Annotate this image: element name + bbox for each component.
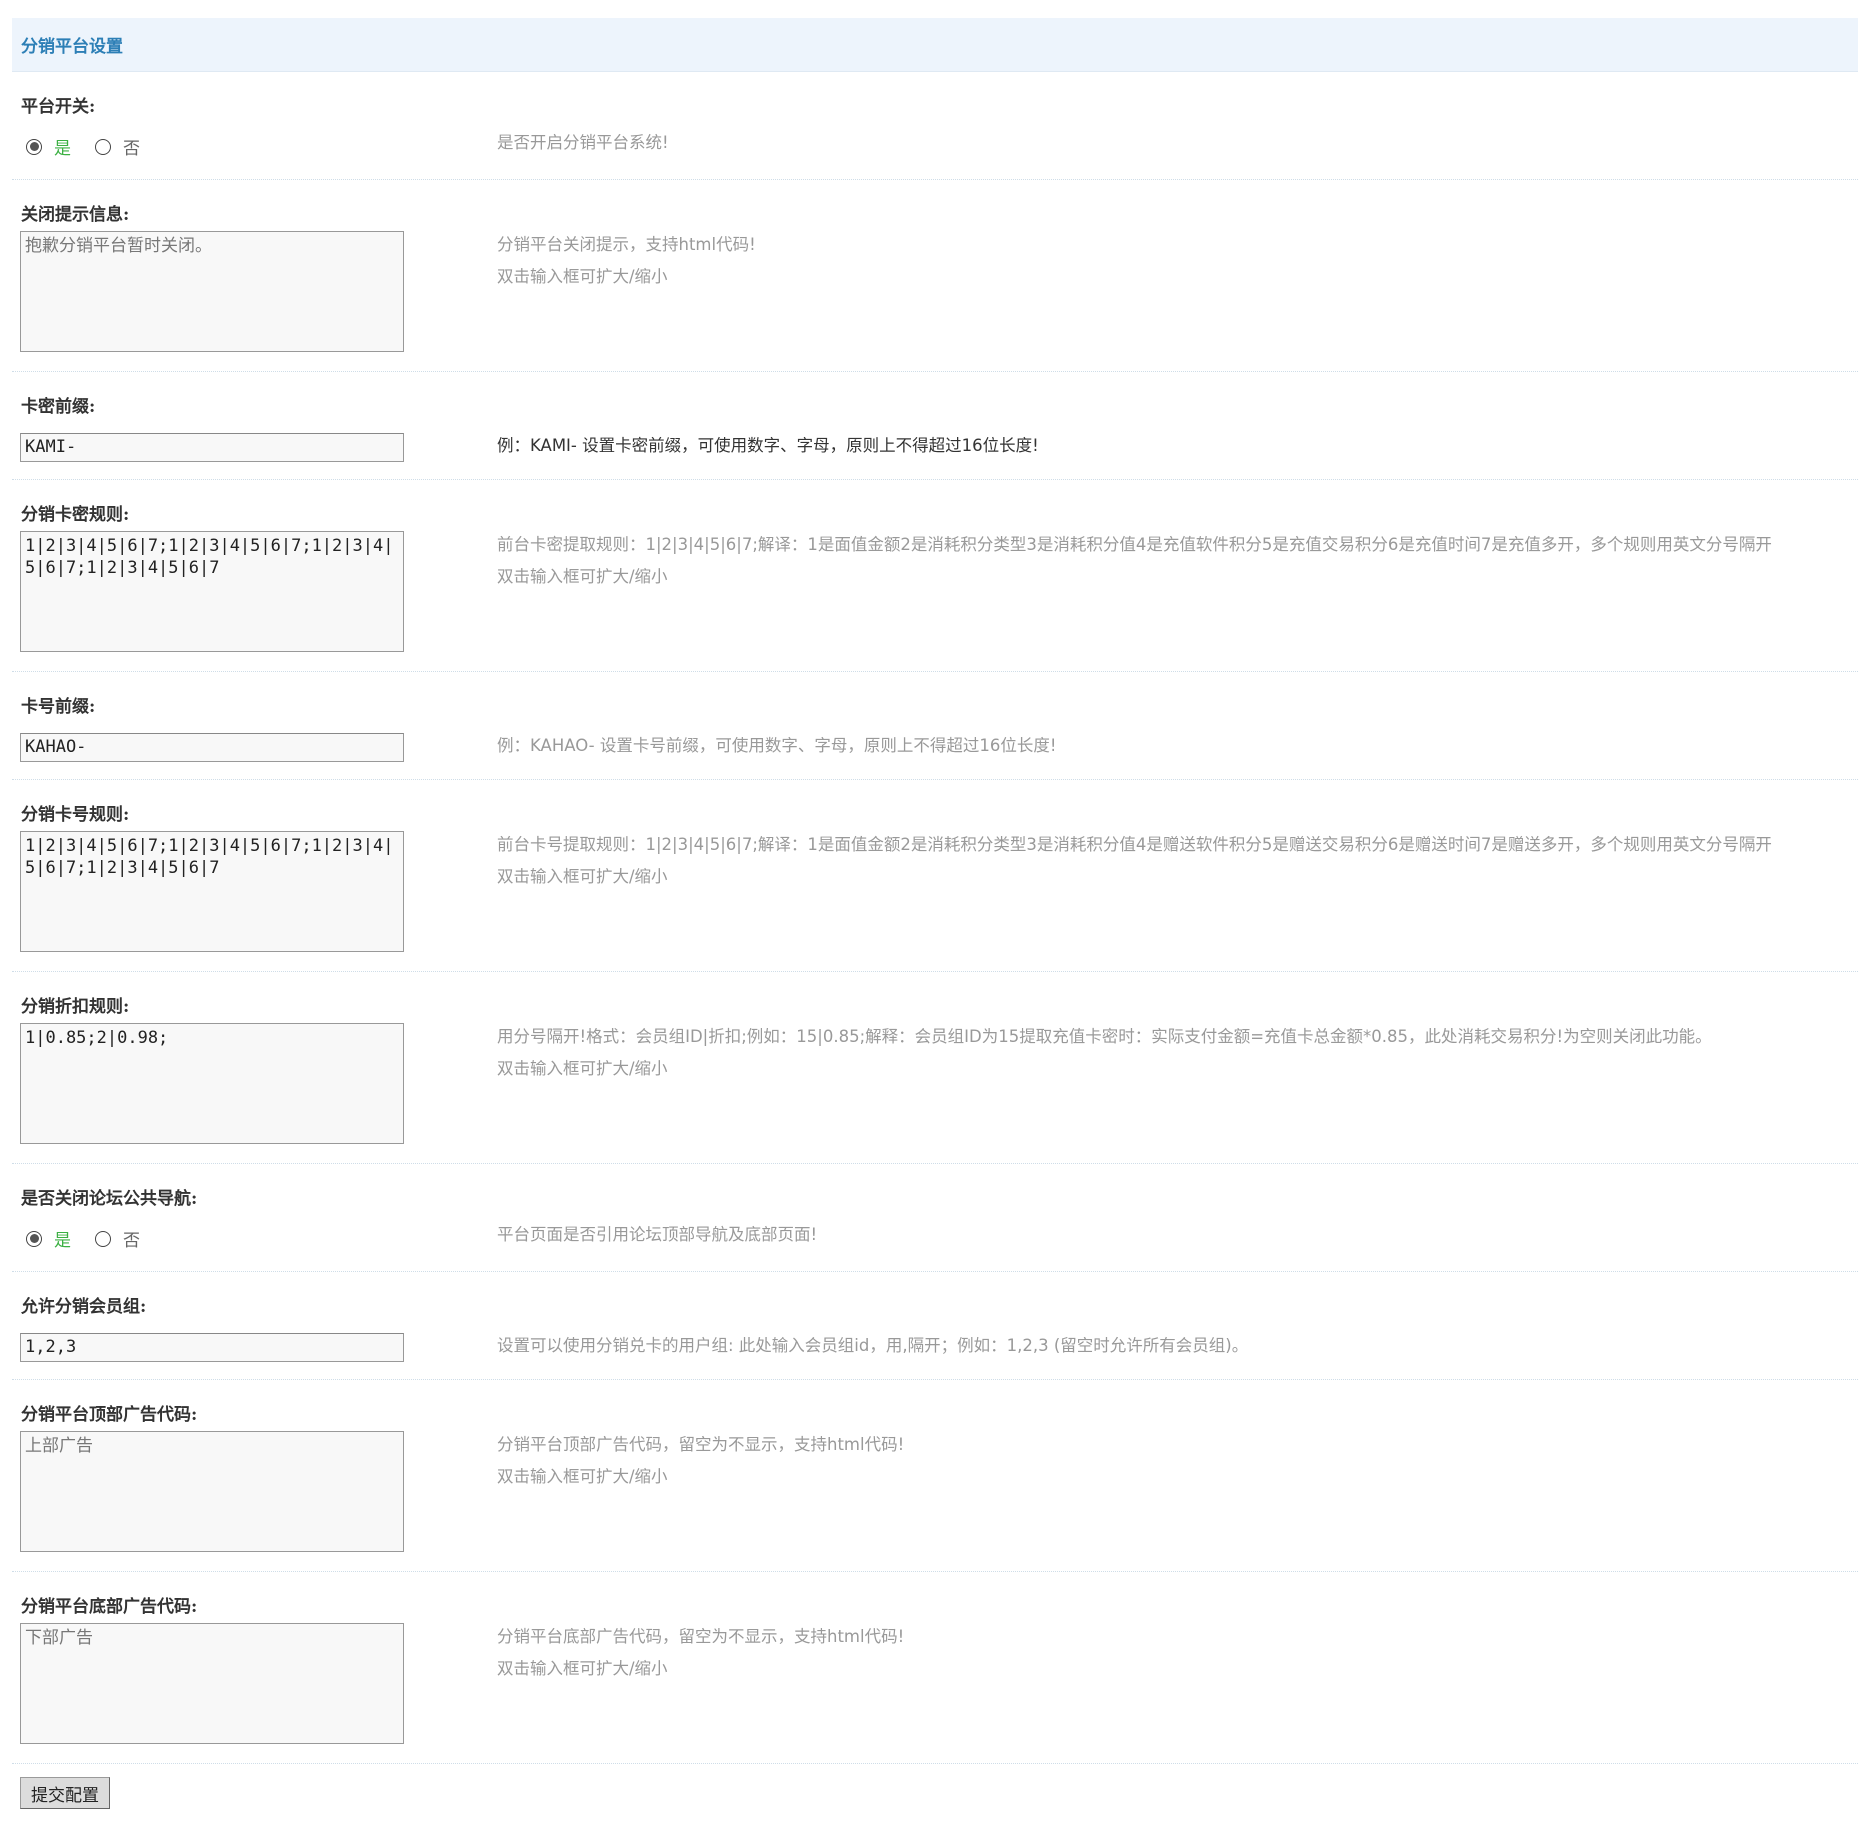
desc-line: 前台卡密提取规则：1|2|3|4|5|6|7;解译：1是面值金额2是消耗积分类型…	[497, 535, 1772, 554]
desc-line: 双击输入框可扩大/缩小	[497, 1659, 668, 1678]
desc-line: 分销平台关闭提示，支持html代码!	[497, 235, 756, 254]
radio-no[interactable]	[95, 138, 111, 155]
field-label: 分销平台底部广告代码:	[21, 1597, 198, 1617]
desc-part: 设置卡密前缀，可使用数字、字母，原则上不得超过	[576, 436, 962, 455]
field-description: 用分号隔开!格式：会员组ID|折扣;例如：15|0.85;解释：会员组ID为15…	[497, 1021, 1857, 1085]
radio-yes[interactable]	[26, 1230, 42, 1247]
field-description: 例：KAHAO- 设置卡号前缀，可使用数字、字母，原则上不得超过16位长度!	[497, 736, 1057, 755]
radio-yes-label[interactable]: 是	[54, 1226, 71, 1251]
field-label: 分销折扣规则:	[21, 997, 130, 1017]
desc-line: 双击输入框可扩大/缩小	[497, 567, 668, 586]
bottom-ad-textarea[interactable]: 下部广告	[20, 1623, 404, 1744]
panel-header: 分销平台设置	[12, 18, 1858, 72]
field-label: 分销平台顶部广告代码:	[21, 1405, 198, 1425]
desc-line: 双击输入框可扩大/缩小	[497, 1467, 668, 1486]
desc-line: 双击输入框可扩大/缩小	[497, 867, 668, 886]
row-card-secret-prefix: 卡密前缀: KAMI- 例：KAMI- 设置卡密前缀，可使用数字、字母，原则上不…	[12, 372, 1858, 480]
field-label: 分销卡密规则:	[21, 505, 130, 525]
row-card-number-rule: 分销卡号规则: 1|2|3|4|5|6|7;1|2|3|4|5|6|7;1|2|…	[12, 780, 1858, 972]
desc-line: 用分号隔开!格式：会员组ID|折扣;例如：15|0.85;解释：会员组ID为15…	[497, 1027, 1712, 1046]
field-description: 例：KAMI- 设置卡密前缀，可使用数字、字母，原则上不得超过16位长度!	[497, 430, 1857, 462]
field-description: 是否开启分销平台系统!	[497, 133, 669, 152]
allowed-groups-input[interactable]: 1,2,3	[20, 1333, 404, 1362]
desc-part: KAMI-	[530, 436, 577, 455]
field-description: 分销平台关闭提示，支持html代码! 双击输入框可扩大/缩小	[497, 229, 1857, 293]
close-message-textarea[interactable]: 抱歉分销平台暂时关闭。	[20, 231, 404, 352]
forum-nav-radios: 是 否	[26, 1226, 140, 1251]
field-description: 设置可以使用分销兑卡的用户组: 此处输入会员组id，用,隔开；例如：1,2,3 …	[497, 1336, 1249, 1355]
panel-title: 分销平台设置	[21, 37, 123, 57]
desc-part: 位长度!	[982, 436, 1039, 455]
desc-line: 双击输入框可扩大/缩小	[497, 1059, 668, 1078]
radio-yes[interactable]	[26, 138, 42, 155]
row-top-ad: 分销平台顶部广告代码: 上部广告 分销平台顶部广告代码，留空为不显示，支持htm…	[12, 1380, 1858, 1572]
submit-config-button[interactable]: 提交配置	[20, 1777, 110, 1809]
desc-part: 16	[961, 436, 983, 455]
card-number-rule-textarea[interactable]: 1|2|3|4|5|6|7;1|2|3|4|5|6|7;1|2|3|4|5|6|…	[20, 831, 404, 952]
row-allowed-groups: 允许分销会员组: 1,2,3 设置可以使用分销兑卡的用户组: 此处输入会员组id…	[12, 1272, 1858, 1380]
field-label: 卡号前缀:	[21, 697, 96, 717]
field-label: 允许分销会员组:	[21, 1297, 147, 1317]
card-secret-rule-textarea[interactable]: 1|2|3|4|5|6|7;1|2|3|4|5|6|7;1|2|3|4|5|6|…	[20, 531, 404, 652]
field-label: 是否关闭论坛公共导航:	[21, 1189, 198, 1209]
top-ad-textarea[interactable]: 上部广告	[20, 1431, 404, 1552]
form-actions: 提交配置	[12, 1764, 1858, 1824]
desc-line: 分销平台顶部广告代码，留空为不显示，支持html代码!	[497, 1435, 905, 1454]
row-card-secret-rule: 分销卡密规则: 1|2|3|4|5|6|7;1|2|3|4|5|6|7;1|2|…	[12, 480, 1858, 672]
radio-no[interactable]	[95, 1230, 111, 1247]
field-label: 平台开关:	[21, 97, 96, 117]
field-label: 分销卡号规则:	[21, 805, 130, 825]
desc-line: 双击输入框可扩大/缩小	[497, 267, 668, 286]
row-close-forum-nav: 是否关闭论坛公共导航: 是 否 平台页面是否引用论坛顶部导航及底部页面!	[12, 1164, 1858, 1272]
field-description: 分销平台底部广告代码，留空为不显示，支持html代码! 双击输入框可扩大/缩小	[497, 1621, 1857, 1685]
desc-part: 例：	[497, 436, 530, 455]
radio-yes-label[interactable]: 是	[54, 134, 71, 159]
radio-no-label[interactable]: 否	[123, 134, 140, 159]
discount-rule-textarea[interactable]: 1|0.85;2|0.98;	[20, 1023, 404, 1144]
platform-switch-radios: 是 否	[26, 134, 140, 159]
desc-line: 前台卡号提取规则：1|2|3|4|5|6|7;解译：1是面值金额2是消耗积分类型…	[497, 835, 1772, 854]
field-label: 关闭提示信息:	[21, 205, 130, 225]
row-card-number-prefix: 卡号前缀: KAHAO- 例：KAHAO- 设置卡号前缀，可使用数字、字母，原则…	[12, 672, 1858, 780]
field-description: 平台页面是否引用论坛顶部导航及底部页面!	[497, 1225, 818, 1244]
card-number-prefix-input[interactable]: KAHAO-	[20, 733, 404, 762]
row-bottom-ad: 分销平台底部广告代码: 下部广告 分销平台底部广告代码，留空为不显示，支持htm…	[12, 1572, 1858, 1764]
field-description: 前台卡号提取规则：1|2|3|4|5|6|7;解译：1是面值金额2是消耗积分类型…	[497, 829, 1857, 893]
desc-line: 分销平台底部广告代码，留空为不显示，支持html代码!	[497, 1627, 905, 1646]
field-description: 分销平台顶部广告代码，留空为不显示，支持html代码! 双击输入框可扩大/缩小	[497, 1429, 1857, 1493]
field-label: 卡密前缀:	[21, 397, 96, 417]
row-close-message: 关闭提示信息: 抱歉分销平台暂时关闭。 分销平台关闭提示，支持html代码! 双…	[12, 180, 1858, 372]
row-discount-rule: 分销折扣规则: 1|0.85;2|0.98; 用分号隔开!格式：会员组ID|折扣…	[12, 972, 1858, 1164]
radio-no-label[interactable]: 否	[123, 1226, 140, 1251]
row-platform-switch: 平台开关: 是 否 是否开启分销平台系统!	[12, 72, 1858, 180]
settings-panel: 分销平台设置 平台开关: 是 否 是否开启分销平台系统! 关闭提示信息: 抱歉分…	[12, 18, 1858, 1824]
card-secret-prefix-input[interactable]: KAMI-	[20, 433, 404, 462]
field-description: 前台卡密提取规则：1|2|3|4|5|6|7;解译：1是面值金额2是消耗积分类型…	[497, 529, 1857, 593]
